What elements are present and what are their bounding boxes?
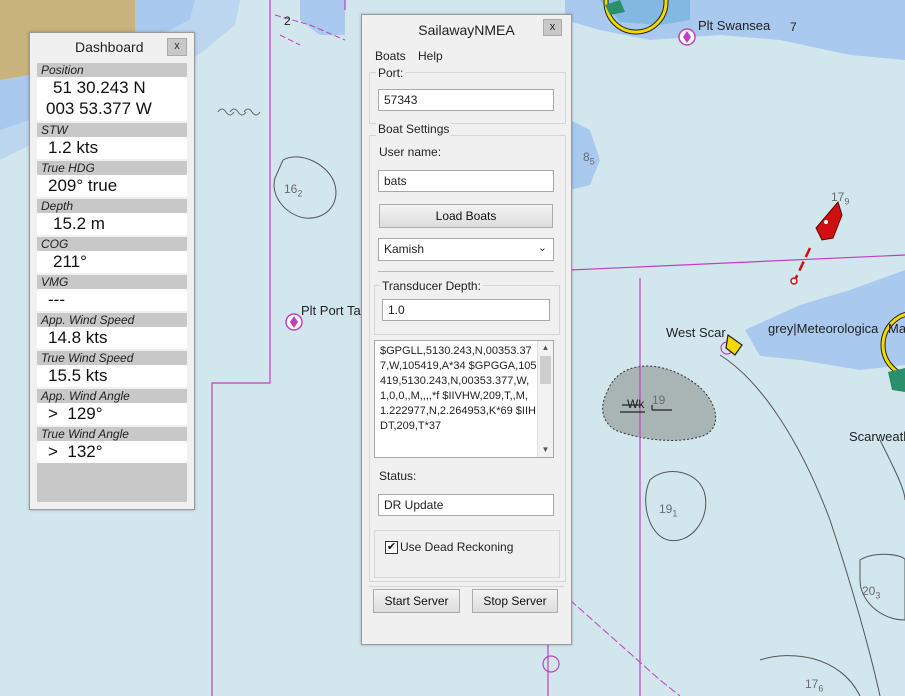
depth-label: Depth — [37, 199, 187, 213]
chart-label-meteorological: grey|Meteorologica — [768, 321, 879, 336]
chart-label-ma: Ma — [888, 321, 905, 336]
depth-sounding: 179 — [831, 190, 850, 207]
vmg-label: VMG — [37, 275, 187, 289]
sailaway-nmea-window[interactable]: SailawayNMEA x Boats Help Port: 57343 Bo… — [361, 14, 572, 645]
divider — [369, 586, 564, 587]
depth-sounding: 203 — [862, 584, 881, 601]
nmea-title: SailawayNMEA — [418, 22, 515, 38]
transducer-depth-input[interactable]: 1.0 — [382, 299, 550, 321]
vmg-value: --- — [37, 289, 187, 311]
scroll-up-icon[interactable]: ▲ — [538, 341, 553, 355]
latitude-value: 51 30.243 N — [53, 78, 146, 97]
cog-value: 211° — [37, 251, 187, 273]
true-wind-angle-label: True Wind Angle — [37, 427, 187, 441]
user-name-input[interactable]: bats — [378, 170, 554, 192]
depth-sounding: 162 — [284, 182, 303, 199]
nmea-titlebar[interactable]: SailawayNMEA x — [362, 15, 571, 45]
boat-select-value: Kamish — [384, 242, 425, 256]
depth-sounding: 19 — [652, 393, 666, 407]
menu-help[interactable]: Help — [418, 49, 443, 63]
stop-server-button[interactable]: Stop Server — [472, 589, 558, 613]
chart-label-wk: Wk — [627, 397, 645, 411]
nmea-log-text: $GPGLL,5130.243,N,00353.377,W,105419,A*3… — [380, 345, 537, 432]
true-hdg-label: True HDG — [37, 161, 187, 175]
true-hdg-value: 209° true — [37, 175, 187, 197]
dashboard-window[interactable]: Dashboard x Position 51 30.243 N 003 53.… — [29, 32, 195, 510]
boat-select[interactable]: Kamish ⌄ — [378, 238, 554, 261]
true-wind-angle-value: > 132° — [37, 441, 187, 463]
longitude-value: 003 53.377 W — [46, 99, 152, 118]
app-wind-angle-label: App. Wind Angle — [37, 389, 187, 403]
pilot-station-icon — [678, 28, 696, 46]
position-label: Position — [37, 63, 187, 77]
dead-reckoning-label: Use Dead Reckoning — [400, 540, 514, 554]
depth-sounding: 176 — [805, 677, 824, 694]
stw-value: 1.2 kts — [37, 137, 187, 159]
dead-reckoning-group — [374, 530, 560, 578]
pilot-station-icon — [285, 313, 303, 331]
start-server-button[interactable]: Start Server — [373, 589, 460, 613]
divider — [378, 271, 554, 272]
status-field: DR Update — [378, 494, 554, 516]
log-scrollbar[interactable]: ▲ ▼ — [537, 341, 553, 457]
chart-label-plt-swansea: Plt Swansea — [698, 18, 771, 33]
depth-sounding: 85 — [583, 150, 595, 167]
position-value: 51 30.243 N 003 53.377 W — [37, 77, 187, 121]
chart-label-7: 7 — [790, 20, 797, 34]
chart-label-scarweath: Scarweath — [849, 429, 905, 444]
depth-value: 15.2 m — [37, 213, 187, 235]
true-wind-speed-label: True Wind Speed — [37, 351, 187, 365]
chevron-down-icon: ⌄ — [537, 242, 547, 254]
dashboard-title: Dashboard — [75, 39, 144, 55]
status-label: Status: — [379, 469, 417, 483]
scroll-down-icon[interactable]: ▼ — [538, 443, 553, 457]
boat-settings-label: Boat Settings — [376, 122, 452, 136]
app-wind-speed-value: 14.8 kts — [37, 327, 187, 349]
nmea-sentence-log[interactable]: $GPGLL,5130.243,N,00353.377,W,105419,A*3… — [374, 340, 554, 458]
cog-label: COG — [37, 237, 187, 251]
dashboard-titlebar[interactable]: Dashboard x — [30, 33, 194, 61]
scrollbar-thumb[interactable] — [540, 356, 551, 384]
chart-label-west-scar: West Scar — [666, 325, 726, 340]
dead-reckoning-checkbox[interactable]: ✔ — [385, 541, 398, 554]
menu-boats[interactable]: Boats — [375, 49, 406, 63]
dashboard-close-button[interactable]: x — [167, 38, 187, 56]
nmea-close-button[interactable]: x — [543, 19, 562, 36]
chart-label-plt-port-ta: Plt Port Ta — [301, 303, 361, 318]
transducer-depth-label: Transducer Depth: — [380, 279, 483, 293]
port-input[interactable]: 57343 — [378, 89, 554, 111]
app-wind-angle-value: > 129° — [37, 403, 187, 425]
depth-sounding: 191 — [659, 502, 678, 519]
app-wind-speed-label: App. Wind Speed — [37, 313, 187, 327]
stw-label: STW — [37, 123, 187, 137]
port-label: Port: — [376, 66, 406, 80]
chart-label-2: 2 — [284, 14, 291, 28]
user-name-label: User name: — [379, 145, 442, 159]
dashboard-footer — [37, 463, 187, 502]
true-wind-speed-value: 15.5 kts — [37, 365, 187, 387]
load-boats-button[interactable]: Load Boats — [379, 204, 553, 228]
